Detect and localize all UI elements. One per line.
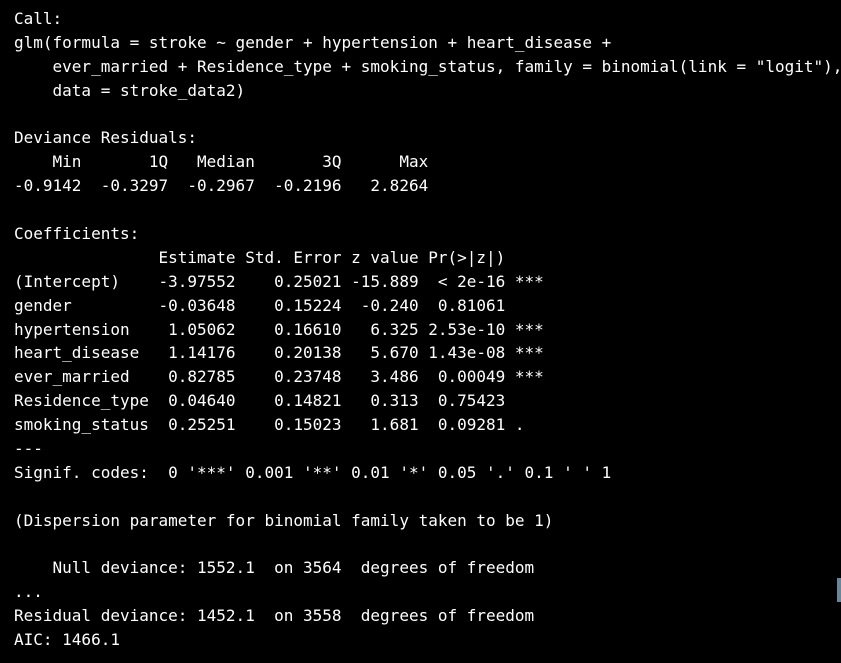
coef-row-intercept: (Intercept) -3.97552 0.25021 -15.889 < 2…: [14, 271, 544, 291]
coef-row-heart-disease: heart_disease 1.14176 0.20138 5.670 1.43…: [14, 343, 544, 363]
coef-row-gender: gender -0.03648 0.15224 -0.240 0.81061: [14, 295, 544, 315]
call-formula-line-2: ever_married + Residence_type + smoking_…: [14, 56, 841, 76]
console-output: Call: glm(formula = stroke ~ gender + hyp…: [14, 7, 841, 652]
coefficients-column-headers: Estimate Std. Error z value Pr(>|z|): [14, 247, 544, 267]
ellipsis-line: ...: [14, 582, 43, 602]
aic-line: AIC: 1466.1: [14, 630, 120, 650]
call-formula-line-3: data = stroke_data2): [14, 80, 246, 100]
coef-row-hypertension: hypertension 1.05062 0.16610 6.325 2.53e…: [14, 319, 544, 339]
r-console-window: { "console": { "lines": [ "Call:", "glm(…: [0, 0, 841, 663]
coefficients-header: Coefficients:: [14, 224, 140, 244]
coef-row-residence-type: Residence_type 0.04640 0.14821 0.313 0.7…: [14, 391, 544, 411]
scrollbar-thumb[interactable]: [837, 578, 841, 602]
call-header: Call:: [14, 9, 63, 28]
coef-row-smoking-status: smoking_status 0.25251 0.15023 1.681 0.0…: [14, 415, 544, 435]
dispersion-line: (Dispersion parameter for binomial famil…: [14, 510, 554, 530]
separator-line: ---: [14, 439, 43, 459]
deviance-residuals-labels: Min 1Q Median 3Q Max: [14, 152, 448, 172]
null-deviance-line: Null deviance: 1552.1 on 3564 degrees of…: [14, 558, 535, 578]
call-formula-line-1: glm(formula = stroke ~ gender + hyperten…: [14, 32, 621, 52]
deviance-residuals-header: Deviance Residuals:: [14, 128, 207, 148]
coef-row-ever-married: ever_married 0.82785 0.23748 3.486 0.000…: [14, 367, 544, 387]
residual-deviance-line: Residual deviance: 1452.1 on 3558 degree…: [14, 606, 535, 626]
signif-codes-line: Signif. codes: 0 '***' 0.001 '**' 0.01 '…: [14, 462, 612, 482]
deviance-residuals-values: -0.9142 -0.3297 -0.2967 -0.2196 2.8264: [14, 176, 448, 196]
